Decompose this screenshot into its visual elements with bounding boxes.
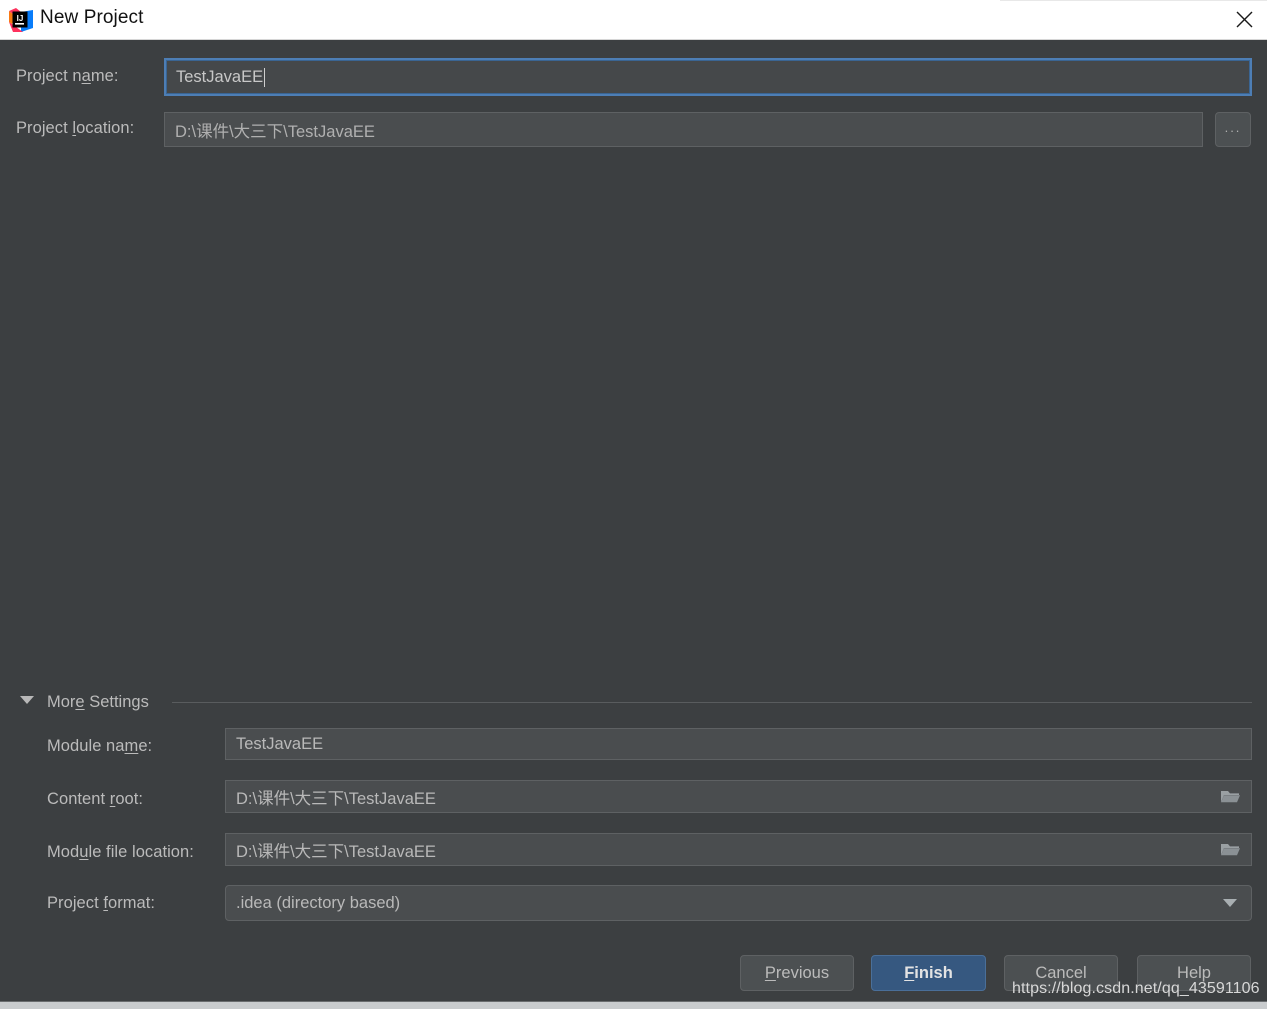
finish-button-label: Finish	[904, 963, 953, 982]
module-file-location-folder-icon[interactable]	[1219, 841, 1241, 859]
project-format-value: .idea (directory based)	[236, 893, 401, 912]
project-location-label: Project location:	[16, 119, 135, 137]
project-location-browse-button[interactable]: ...	[1215, 112, 1251, 147]
more-settings-separator	[172, 702, 1252, 703]
title-bar: IJ New Project	[0, 0, 1267, 40]
previous-button-label: Previous	[764, 963, 830, 982]
svg-text:IJ: IJ	[17, 14, 24, 23]
project-name-input[interactable]: TestJavaEE	[164, 58, 1252, 96]
module-file-location-input[interactable]: D:\课件\大三下\TestJavaEE	[225, 833, 1252, 866]
content-root-label: Content root:	[47, 790, 144, 808]
project-format-label: Project format:	[47, 894, 156, 912]
project-name-value: TestJavaEE	[176, 67, 264, 86]
more-settings-toggle-chevron-down-icon[interactable]	[20, 696, 34, 704]
project-format-chevron-down-icon[interactable]	[1219, 894, 1241, 912]
intellij-idea-logo-icon: IJ	[9, 8, 33, 32]
close-button[interactable]	[1221, 0, 1267, 39]
window-bottom-edge	[0, 1001, 1267, 1009]
window-title: New Project	[40, 7, 144, 28]
new-project-dialog: IJ New Project Project name: TestJavaEE …	[0, 0, 1267, 1009]
close-icon	[1236, 11, 1252, 28]
module-file-location-label: Module file location:	[47, 843, 194, 861]
module-name-label: Module name:	[47, 737, 153, 755]
module-name-input[interactable]: TestJavaEE	[225, 728, 1252, 760]
content-root-input[interactable]: D:\课件\大三下\TestJavaEE	[225, 780, 1252, 813]
finish-button[interactable]: Finish	[871, 955, 986, 991]
content-root-folder-icon[interactable]	[1219, 788, 1241, 806]
ellipsis-icon: ...	[1224, 119, 1242, 135]
module-name-value: TestJavaEE	[236, 734, 324, 753]
project-location-value: D:\课件\大三下\TestJavaEE	[175, 122, 375, 141]
module-file-location-value: D:\课件\大三下\TestJavaEE	[236, 842, 436, 861]
more-settings-label[interactable]: More Settings	[47, 693, 149, 712]
project-format-select[interactable]: .idea (directory based)	[225, 885, 1252, 921]
project-location-input[interactable]: D:\课件\大三下\TestJavaEE	[164, 112, 1203, 147]
text-caret	[264, 67, 266, 87]
watermark-text: https://blog.csdn.net/qq_43591106	[1012, 980, 1260, 997]
previous-button[interactable]: Previous	[740, 955, 854, 991]
project-name-label: Project name:	[16, 67, 119, 85]
content-root-value: D:\课件\大三下\TestJavaEE	[236, 789, 436, 808]
